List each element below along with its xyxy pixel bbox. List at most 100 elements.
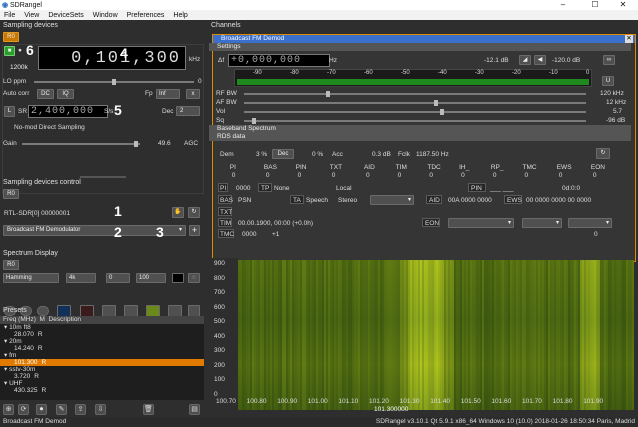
- channel-title: Broadcast FM Demod: [221, 35, 285, 42]
- speech-label: Speech: [306, 197, 329, 204]
- minimize-button[interactable]: –: [548, 0, 578, 10]
- baseband-section[interactable]: Baseband Spectrum: [209, 125, 631, 133]
- edit-preset-button[interactable]: ✎: [56, 404, 67, 415]
- menu-window[interactable]: Window: [93, 12, 118, 19]
- program-type-select[interactable]: ▾: [370, 195, 414, 205]
- rds-reset-button[interactable]: ↻: [596, 148, 610, 159]
- device-tab-r0[interactable]: R0: [3, 32, 19, 42]
- x-button[interactable]: x: [186, 89, 200, 99]
- u-button[interactable]: U: [602, 76, 614, 86]
- agc-label[interactable]: AGC: [184, 140, 198, 147]
- preset-item[interactable]: 430.325 R: [0, 387, 204, 394]
- preset-item[interactable]: 101.300 R: [0, 359, 204, 366]
- control-tab-r0[interactable]: R0: [3, 189, 19, 199]
- new-preset-button[interactable]: ⊕: [3, 404, 14, 415]
- preset-group[interactable]: ▾ 10m ft8: [0, 324, 204, 331]
- preset-item[interactable]: 3.720 R: [0, 373, 204, 380]
- chevron-down-icon: ▾: [407, 197, 411, 203]
- link-icon[interactable]: ∞: [603, 55, 615, 65]
- spectrum-tab-r0[interactable]: R0: [3, 260, 19, 270]
- fp-select[interactable]: Inf: [156, 89, 180, 99]
- status-bar: Broadcast FM Demod SDRangel v3.10.1 Qt 5…: [0, 417, 638, 427]
- preset-mode: R: [34, 373, 39, 380]
- x-tick-label: 101.30: [399, 398, 420, 405]
- time-code: 0d:0:0: [562, 185, 581, 192]
- menu-view[interactable]: View: [24, 12, 39, 19]
- presets-tree[interactable]: Freq (MHz) M Description ▾ 10m ft8 28.070…: [0, 316, 204, 400]
- eon-select-3[interactable]: ▾: [568, 218, 612, 228]
- rfbw-knob[interactable]: [326, 91, 330, 97]
- device-reload-button[interactable]: ↻: [188, 207, 200, 218]
- channel-title-bar[interactable]: Broadcast FM Demod ✕: [213, 35, 635, 43]
- lo-ppm-slider[interactable]: [34, 79, 194, 85]
- vol-slider[interactable]: [244, 109, 586, 115]
- import-preset-button[interactable]: ⇩: [95, 404, 106, 415]
- rds-section[interactable]: RDS data: [209, 133, 631, 141]
- rds-count: 0: [331, 172, 336, 179]
- device-select-button[interactable]: ✋: [172, 207, 184, 218]
- fft-window-select[interactable]: Hamming: [3, 273, 59, 283]
- dc-button[interactable]: DC: [37, 89, 54, 99]
- iq-button[interactable]: IQ: [57, 89, 74, 99]
- center-frequency-dial[interactable]: 0,101,300: [38, 46, 186, 70]
- preset-group[interactable]: ▾ fm: [0, 352, 204, 359]
- fft-size-select[interactable]: 4k: [66, 273, 96, 283]
- preset-text: ▾ sstv-30m: [4, 366, 36, 373]
- sample-rate-dial[interactable]: 2,400,000: [28, 105, 108, 118]
- color-swatch[interactable]: [172, 273, 184, 283]
- eon-select-2[interactable]: ▾: [522, 218, 562, 228]
- gain-knob[interactable]: [134, 141, 138, 147]
- afbw-slider[interactable]: [244, 100, 586, 106]
- l-button[interactable]: L: [4, 106, 15, 117]
- waterfall-display[interactable]: [238, 260, 634, 410]
- preset-item[interactable]: 14.240 R: [0, 345, 204, 352]
- fclk-db: 0.3 dB: [372, 151, 391, 158]
- record-icon[interactable]: ●: [18, 47, 22, 54]
- sq-knob[interactable]: [252, 118, 256, 124]
- range-select[interactable]: 100: [136, 273, 166, 283]
- preset-group[interactable]: ▾ sstv-30m: [0, 366, 204, 373]
- menu-devicesets[interactable]: DeviceSets: [48, 12, 83, 19]
- settings-section[interactable]: Settings: [209, 43, 631, 51]
- sq-slider[interactable]: [244, 118, 586, 124]
- delta-frequency-dial[interactable]: +0,000,000: [228, 54, 330, 67]
- export-preset-button[interactable]: ⇪: [75, 404, 86, 415]
- save-preset-button[interactable]: ⏺: [36, 404, 47, 415]
- dec-select[interactable]: 2: [176, 106, 200, 116]
- maximize-button[interactable]: ☐: [580, 0, 610, 10]
- menu-preferences[interactable]: Preferences: [127, 12, 165, 19]
- nomod-direct-sampling[interactable]: No-mod Direct Sampling: [14, 124, 85, 131]
- audio-mute-icon[interactable]: ◀: [534, 55, 546, 65]
- preset-item[interactable]: 28.070 R: [0, 331, 204, 338]
- presets-title: Presets: [3, 307, 27, 314]
- lo-ppm-knob[interactable]: [112, 79, 116, 85]
- dec-toggle[interactable]: Dec: [272, 149, 294, 159]
- splitter-handle[interactable]: [80, 176, 126, 178]
- vol-knob[interactable]: [440, 109, 444, 115]
- update-preset-button[interactable]: ⟳: [18, 404, 29, 415]
- start-stop-button[interactable]: ■: [4, 46, 15, 56]
- spectrum-option-3[interactable]: [37, 306, 49, 316]
- menu-bar: File View DeviceSets Window Preferences …: [0, 10, 638, 20]
- rfbw-slider[interactable]: [244, 91, 586, 97]
- gain-slider[interactable]: [22, 141, 140, 147]
- channel-close-icon[interactable]: ✕: [625, 35, 633, 43]
- rds-header-aid: AID: [363, 164, 375, 171]
- menu-help[interactable]: Help: [173, 12, 187, 19]
- preset-group[interactable]: ▾ UHF: [0, 380, 204, 387]
- add-channel-button[interactable]: +: [189, 225, 200, 236]
- x-tick-label: 101.90: [583, 398, 604, 405]
- ref-level-select[interactable]: 0: [106, 273, 130, 283]
- close-button[interactable]: ✕: [608, 0, 638, 10]
- tp-value: None: [274, 185, 290, 192]
- squelch-icon[interactable]: ◢: [519, 55, 531, 65]
- load-preset-button[interactable]: ▤: [189, 404, 200, 415]
- preset-group[interactable]: ▾ 20m: [0, 338, 204, 345]
- pi-tag-label: PI: [220, 185, 227, 192]
- delete-preset-button[interactable]: 🗑: [143, 404, 154, 415]
- menu-file[interactable]: File: [4, 12, 15, 19]
- eon-select-1[interactable]: ▾: [448, 218, 514, 228]
- sr-label: SR: [18, 108, 28, 115]
- afbw-knob[interactable]: [434, 100, 438, 106]
- clear-button[interactable]: ◌: [188, 273, 200, 283]
